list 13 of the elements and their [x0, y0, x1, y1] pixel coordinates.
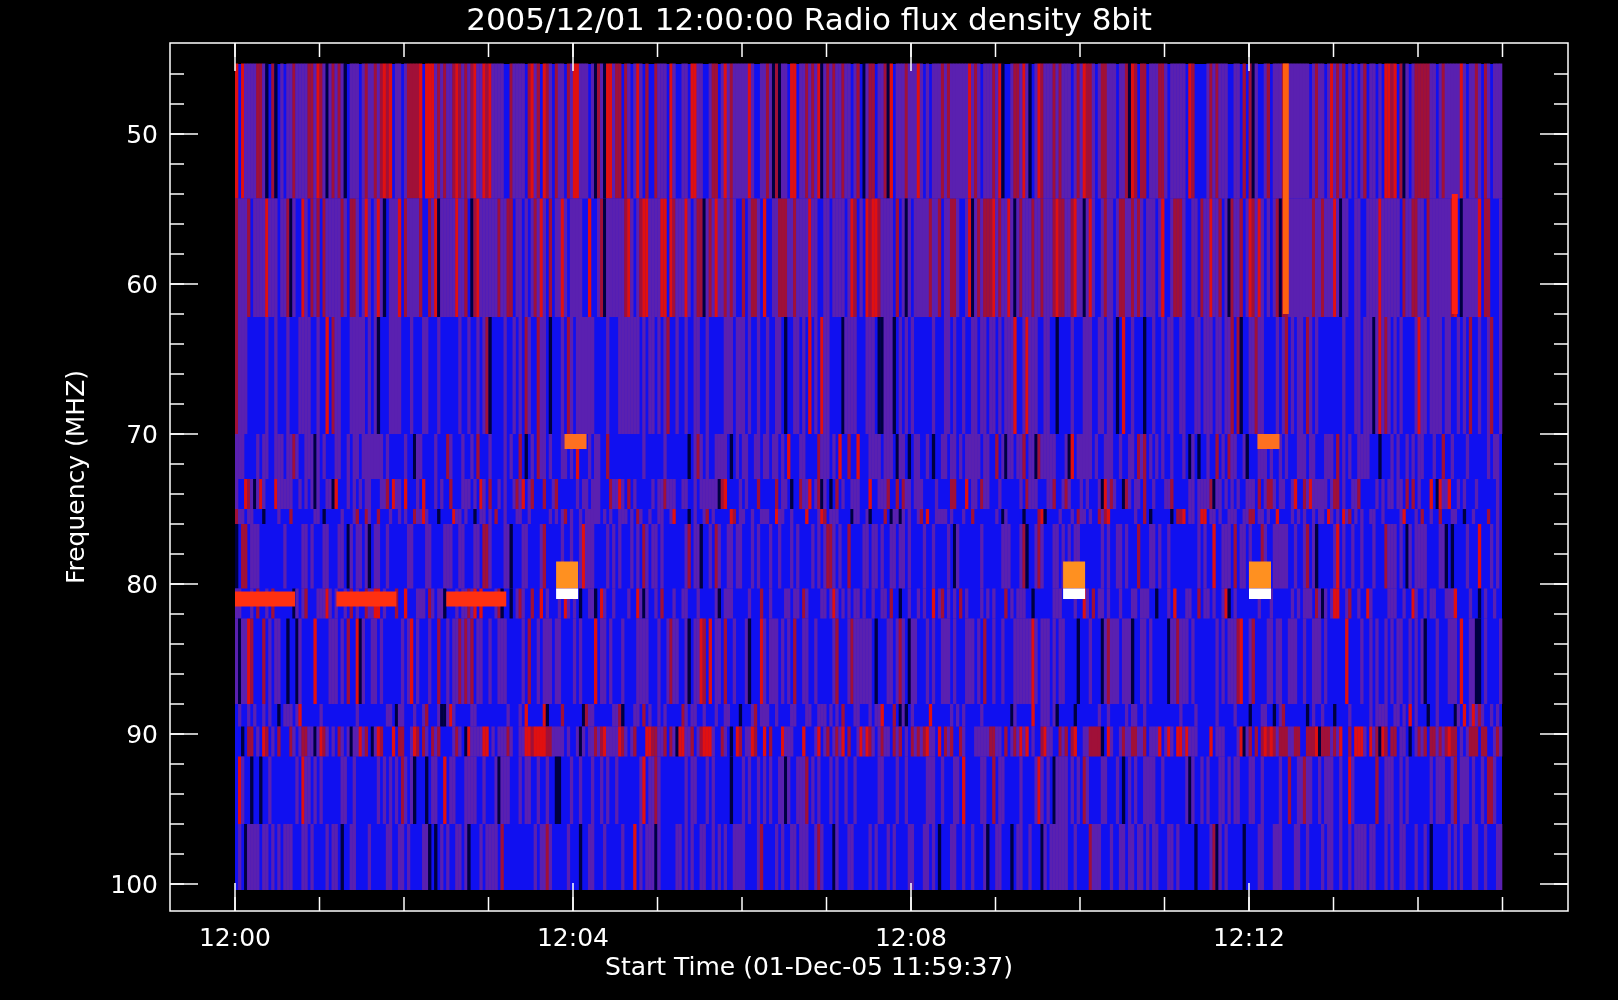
axis-tick-label: 70 [126, 420, 158, 449]
axis-tick-label: 100 [110, 870, 158, 899]
axis-title: Frequency (MHZ) [61, 369, 90, 585]
axis-title: Start Time (01-Dec-05 11:59:37) [605, 952, 1013, 981]
axis-tick-label: 12:08 [875, 923, 947, 952]
axis-tick-label: 12:04 [537, 923, 609, 952]
axis-tick-label: 12:12 [1213, 923, 1285, 952]
axis-tick-label: 60 [126, 270, 158, 299]
axis-tick-label: 50 [126, 120, 158, 149]
axis-tick-label: 12:00 [199, 923, 271, 952]
axis-tick-label: 90 [126, 720, 158, 749]
axis-tick-label: 80 [126, 570, 158, 599]
chart-title: 2005/12/01 12:00:00 Radio flux density 8bit [466, 1, 1152, 37]
